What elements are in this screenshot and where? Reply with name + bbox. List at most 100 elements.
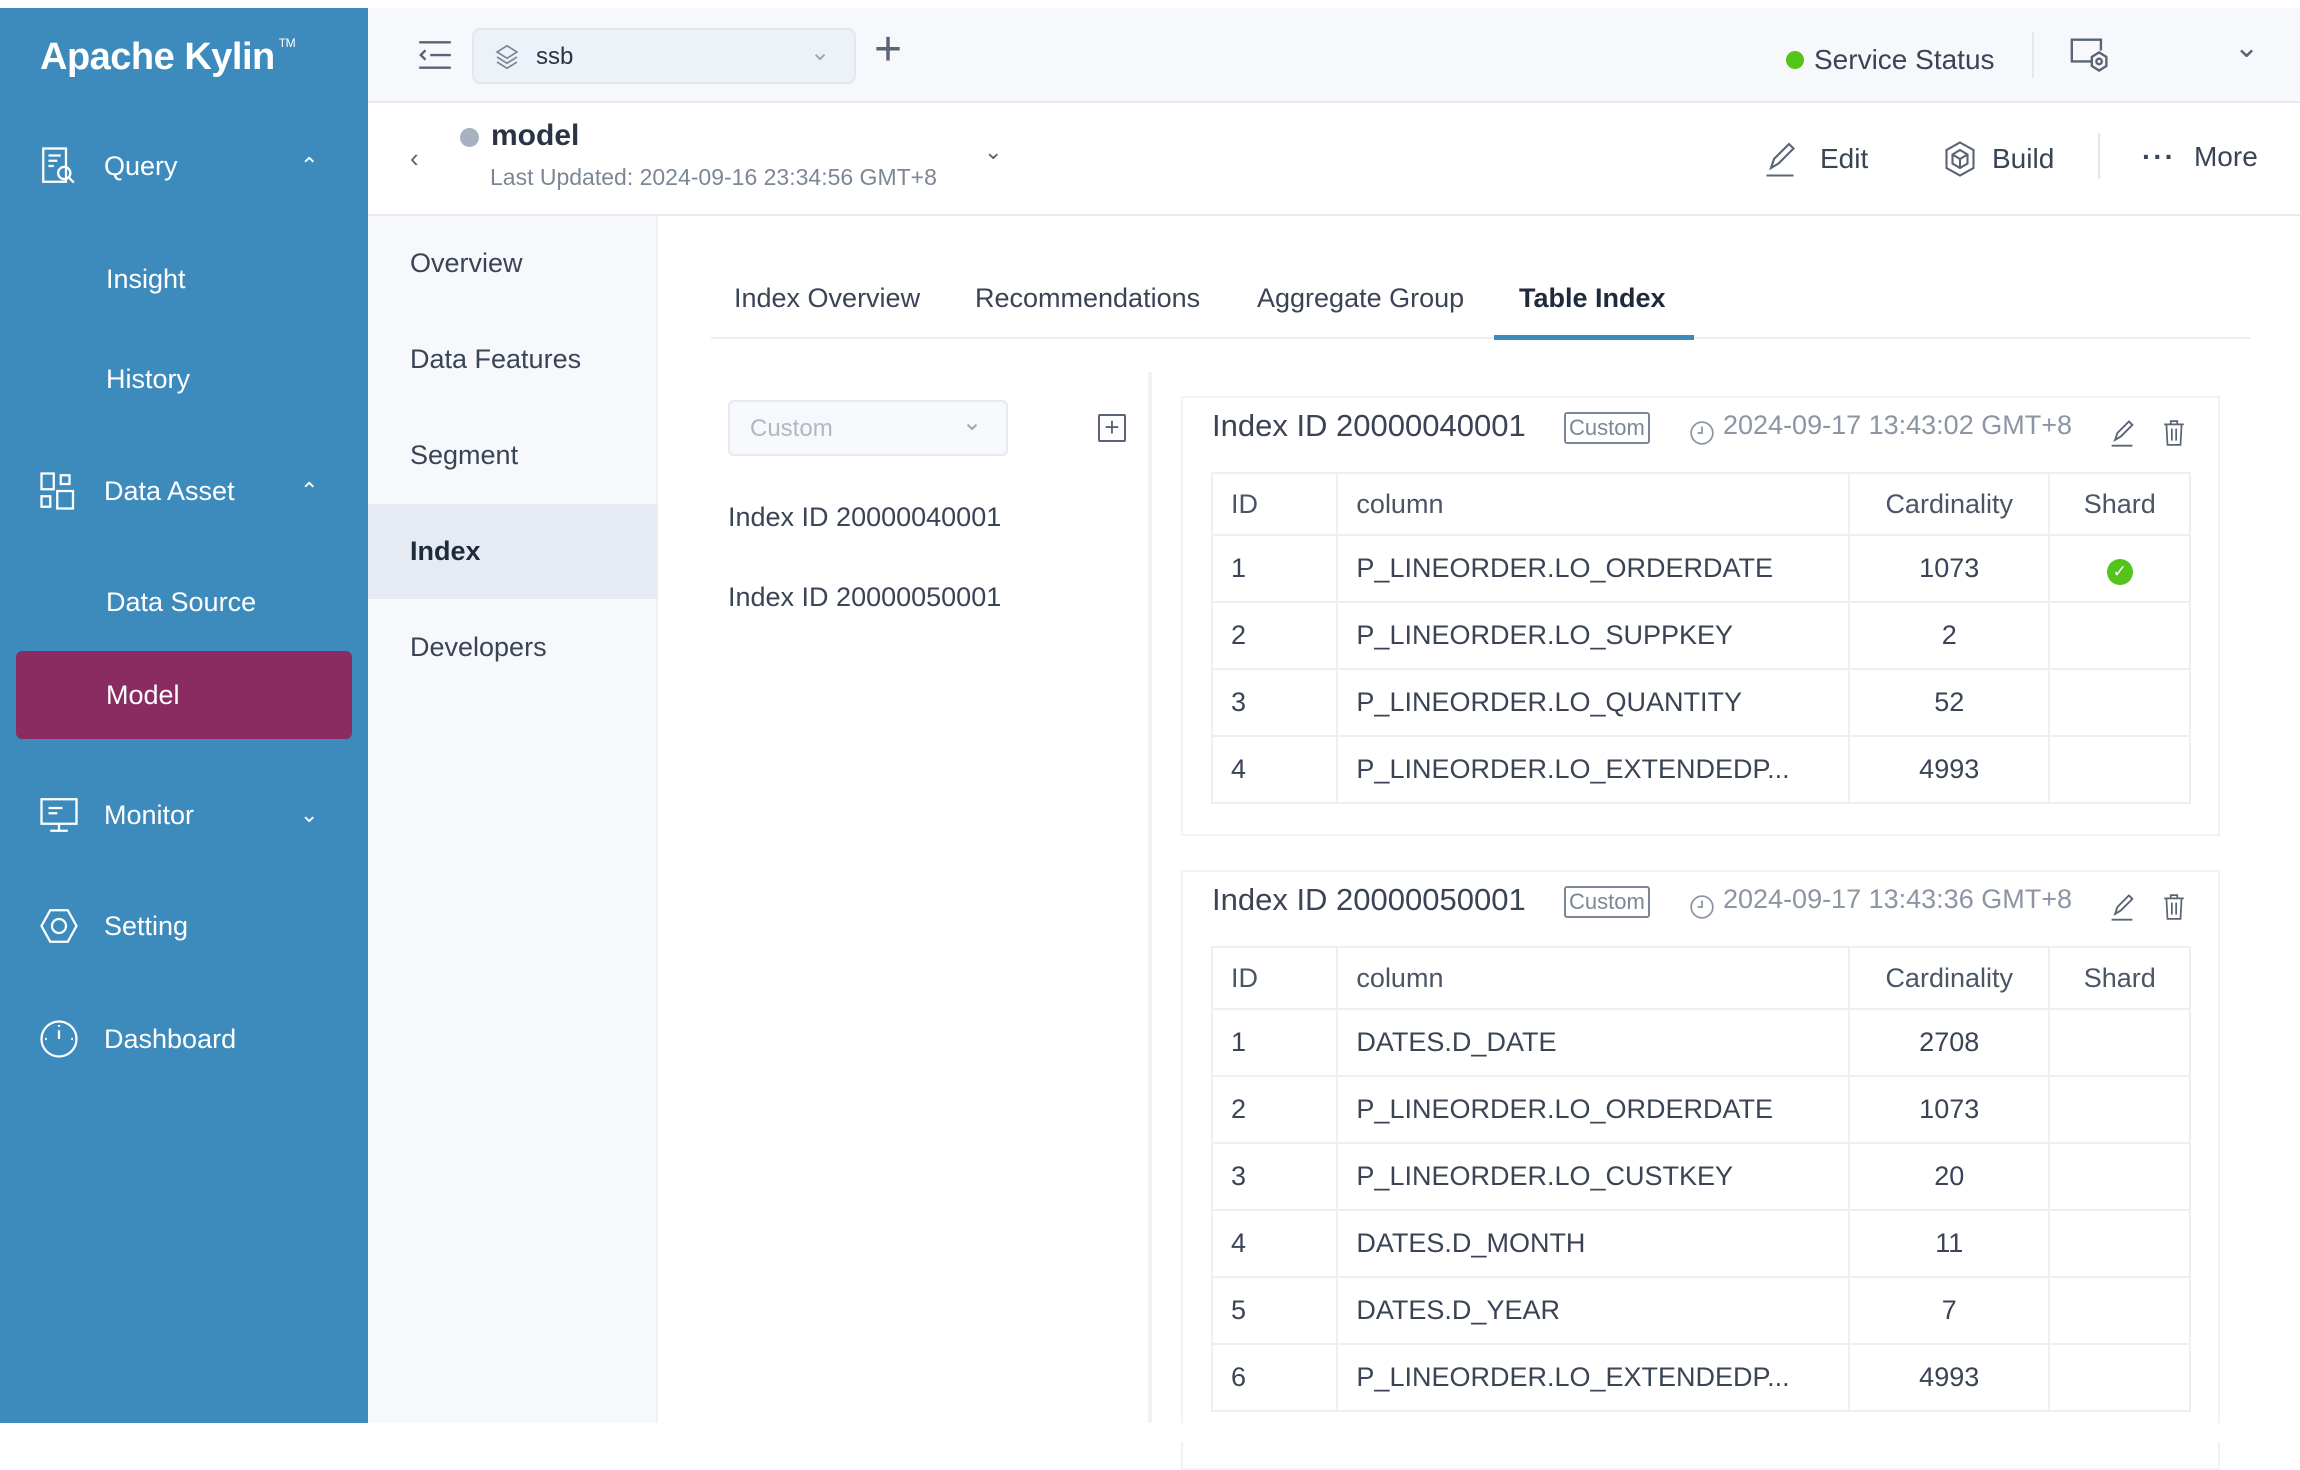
model-subnav: Overview Data Features Segment Index Dev… [368, 216, 658, 1442]
index-type-badge: Custom [1564, 886, 1650, 918]
tab-table-index[interactable]: Table Index [1519, 283, 1666, 314]
sidebar-item-data-asset[interactable]: Data Asset ⌃ [0, 456, 368, 526]
cell-id: 4 [1210, 735, 1339, 804]
sidebar-item-history[interactable]: History [0, 344, 368, 414]
cell-column: P_LINEORDER.LO_SUPPKEY [1336, 601, 1850, 670]
cell-column: P_LINEORDER.LO_CUSTKEY [1336, 1142, 1850, 1211]
cell-column: P_LINEORDER.LO_QUANTITY [1336, 668, 1850, 737]
check-circle-icon: ✓ [2106, 558, 2133, 585]
index-title: Index ID 20000040001 [1212, 408, 1526, 443]
subnav-developers[interactable]: Developers [368, 600, 658, 695]
cell-id: 2 [1210, 601, 1339, 670]
table-row: 2 P_LINEORDER.LO_ORDERDATE 1073 [1210, 1075, 2191, 1144]
delete-icon[interactable] [2161, 892, 2187, 922]
cell-cardinality: 1073 [1847, 534, 2051, 603]
subnav-index[interactable]: Index [368, 504, 658, 599]
sidebar-item-setting[interactable]: Setting [0, 891, 368, 961]
cell-id: 2 [1210, 1075, 1339, 1144]
add-project-icon[interactable]: + [874, 22, 902, 77]
cell-cardinality: 2708 [1847, 1008, 2051, 1077]
cell-column: P_LINEORDER.LO_ORDERDATE [1336, 1075, 1850, 1144]
tab-aggregate-group[interactable]: Aggregate Group [1257, 283, 1464, 314]
last-updated: Last Updated: 2024-09-16 23:34:56 GMT+8 [490, 164, 937, 190]
sidebar-item-model[interactable]: Model [16, 651, 352, 739]
cell-cardinality: 52 [1847, 668, 2051, 737]
cell-cardinality: 1073 [1847, 1075, 2051, 1144]
model-name: model [491, 119, 580, 152]
sidebar-item-query[interactable]: Query ⌃ [0, 131, 368, 201]
cell-column: P_LINEORDER.LO_ORDERDATE [1336, 534, 1850, 603]
divider [2098, 133, 2100, 179]
column-header[interactable]: Cardinality [1847, 472, 2051, 536]
service-status[interactable]: Service Status [1786, 44, 1995, 76]
subnav-data-features[interactable]: Data Features [368, 312, 658, 407]
index-list-item[interactable]: Index ID 20000050001 [728, 582, 1001, 613]
cell-shard [2048, 735, 2191, 804]
edit-icon[interactable] [2108, 892, 2136, 922]
edit-button[interactable]: Edit [1762, 139, 1868, 179]
delete-icon[interactable] [2161, 418, 2187, 448]
sidebar: Apache Kylin TM Query ⌃ Insight History D… [0, 8, 368, 1442]
active-tab-indicator [1494, 335, 1694, 340]
app-logo[interactable]: Apache Kylin TM [40, 36, 296, 79]
edit-icon [1766, 142, 1795, 177]
cell-cardinality: 11 [1847, 1209, 2051, 1278]
column-header[interactable]: Cardinality [1847, 946, 2051, 1010]
index-list-item[interactable]: Index ID 20000040001 [728, 502, 1001, 533]
column-header: ID [1210, 472, 1339, 536]
tabs-divider [711, 337, 2250, 339]
cell-id: 4 [1210, 1209, 1339, 1278]
layers-icon [495, 44, 519, 70]
query-icon [42, 147, 75, 184]
sidebar-item-dashboard[interactable]: Dashboard [0, 1004, 368, 1074]
subnav-segment[interactable]: Segment [368, 408, 658, 503]
cell-column: DATES.D_YEAR [1336, 1276, 1850, 1345]
cell-id: 3 [1210, 668, 1339, 737]
cell-shard: ✓ [2048, 534, 2191, 603]
table-row: 4 P_LINEORDER.LO_EXTENDEDP... 4993 [1210, 735, 2191, 804]
status-dot-icon [1786, 51, 1804, 69]
project-select[interactable]: ssb ⌄ [472, 28, 856, 84]
cell-id: 1 [1210, 1008, 1339, 1077]
chevron-down-icon: ⌄ [300, 802, 319, 827]
table-header: ID column Cardinality Shard [1210, 472, 2191, 536]
table-row: 1 DATES.D_DATE 2708 [1210, 1008, 2191, 1077]
cell-shard [2048, 1209, 2191, 1278]
sidebar-item-insight[interactable]: Insight [0, 244, 368, 314]
table-row: 5 DATES.D_YEAR 7 [1210, 1276, 2191, 1345]
user-menu-chevron-icon[interactable]: ⌄ [2234, 30, 2259, 65]
cell-id: 5 [1210, 1276, 1339, 1345]
column-header: Shard [2048, 472, 2191, 536]
index-timestamp: 2024-09-17 13:43:36 GMT+8 [1723, 884, 2072, 914]
back-icon[interactable]: ‹ [410, 143, 419, 174]
index-type-filter[interactable]: Custom ⌄ [728, 400, 1008, 456]
setting-icon [40, 909, 78, 943]
cell-cardinality: 4993 [1847, 735, 2051, 804]
cell-cardinality: 2 [1847, 601, 2051, 670]
add-index-icon[interactable]: + [1098, 414, 1126, 442]
index-columns-table: ID column Cardinality Shard 1 DATES.D_DATE … [1210, 946, 2191, 1412]
collapse-menu-icon[interactable] [416, 38, 454, 72]
build-button[interactable]: Build [1942, 139, 2054, 179]
system-settings-icon[interactable] [2068, 36, 2112, 76]
tab-index-overview[interactable]: Index Overview [734, 283, 920, 314]
subnav-overview[interactable]: Overview [368, 216, 658, 311]
sidebar-item-data-source[interactable]: Data Source [0, 567, 368, 637]
tab-recommendations[interactable]: Recommendations [975, 283, 1200, 314]
cell-cardinality: 20 [1847, 1142, 2051, 1211]
sidebar-item-monitor[interactable]: Monitor ⌄ [0, 780, 368, 850]
column-header: Shard [2048, 946, 2191, 1010]
model-switch-chevron-icon[interactable]: ⌄ [984, 139, 1002, 165]
index-title: Index ID 20000050001 [1212, 882, 1526, 917]
table-header: ID column Cardinality Shard [1210, 946, 2191, 1010]
model-header: ‹ model Last Updated: 2024-09-16 23:34:5… [368, 103, 2300, 216]
edit-icon[interactable] [2108, 418, 2136, 448]
top-bar: ssb ⌄ + Service Status ⌄ [368, 8, 2300, 103]
column-header: column [1336, 946, 1850, 1010]
cell-column: P_LINEORDER.LO_EXTENDEDP... [1336, 735, 1850, 804]
cell-shard [2048, 1343, 2191, 1412]
cell-shard [2048, 1075, 2191, 1144]
model-status-dot-icon [460, 128, 479, 147]
clock-icon [1690, 895, 1714, 919]
more-button[interactable]: ··· More [2142, 141, 2258, 173]
